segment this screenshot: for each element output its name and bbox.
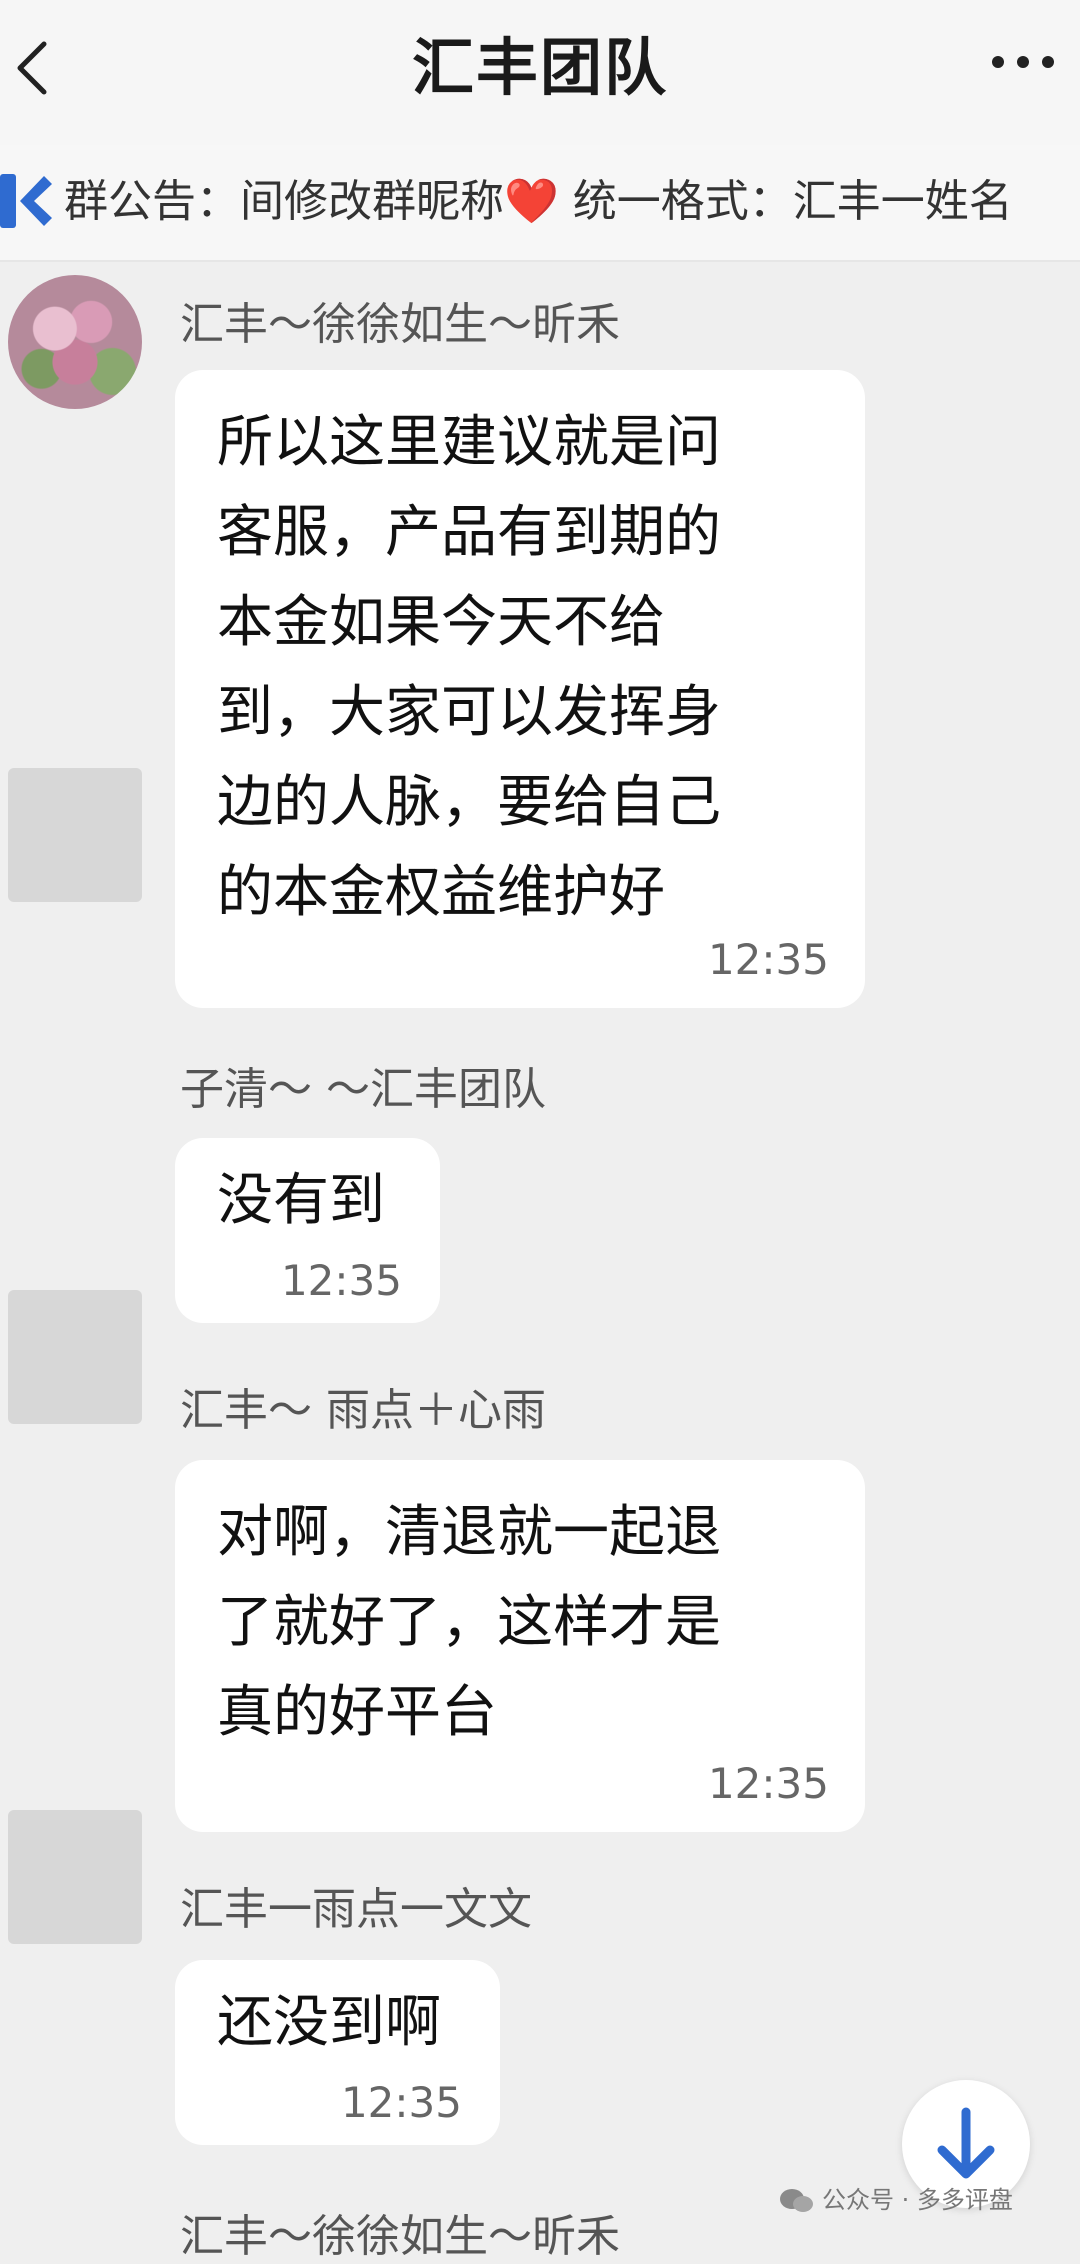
sender-name: 汇丰～徐徐如生～昕禾 <box>180 299 620 350</box>
more-dots-icon[interactable] <box>988 52 1058 72</box>
announcement-icon <box>0 174 52 228</box>
message-bubble[interactable]: 所以这里建议就是问 客服，产品有到期的 本金如果今天不给 到，大家可以发挥身 边… <box>175 370 865 1008</box>
announcement-text: 群公告：间修改群昵称❤️ 统一格式：汇丰一姓名 <box>64 176 1013 227</box>
avatar[interactable] <box>8 1810 142 1944</box>
sender-name: 汇丰～ 雨点＋心雨 <box>180 1385 546 1436</box>
message-time: 12:35 <box>707 1759 829 1808</box>
message-bubble[interactable]: 还没到啊 12:35 <box>175 1960 500 2145</box>
message-text: 所以这里建议就是问 客服，产品有到期的 本金如果今天不给 到，大家可以发挥身 边… <box>217 410 721 925</box>
avatar[interactable] <box>8 1290 142 1424</box>
message-text: 没有到 <box>217 1168 385 1233</box>
avatar[interactable] <box>8 768 142 902</box>
avatar[interactable] <box>8 275 142 409</box>
page-title: 汇丰团队 <box>411 31 668 104</box>
sender-name: 子清～ ～汇丰团队 <box>180 1064 546 1115</box>
message-bubble[interactable]: 对啊，清退就一起退 了就好了，这样才是 真的好平台 12:35 <box>175 1460 865 1832</box>
message-time: 12:35 <box>280 1256 402 1305</box>
watermark-text: 公众号 · 多多评盘 <box>822 2186 1013 2214</box>
wechat-icon <box>780 2189 813 2212</box>
sender-name: 汇丰一雨点一文文 <box>180 1884 532 1935</box>
message-text: 对啊，清退就一起退 了就好了，这样才是 真的好平台 <box>217 1500 721 1745</box>
message-text: 还没到啊 <box>217 1990 441 2055</box>
watermark: 公众号 · 多多评盘 <box>778 2180 1013 2215</box>
sender-name: 汇丰～徐徐如生～昕禾 <box>180 2211 620 2262</box>
message-time: 12:35 <box>340 2078 462 2127</box>
top-bar: 汇丰团队 <box>0 0 1080 145</box>
message-bubble[interactable]: 没有到 12:35 <box>175 1138 440 1323</box>
message-time: 12:35 <box>707 935 829 984</box>
heart-icon: ❤️ <box>504 176 559 227</box>
group-announcement-bar[interactable]: 群公告：间修改群昵称❤️ 统一格式：汇丰一姓名 <box>0 145 1080 262</box>
